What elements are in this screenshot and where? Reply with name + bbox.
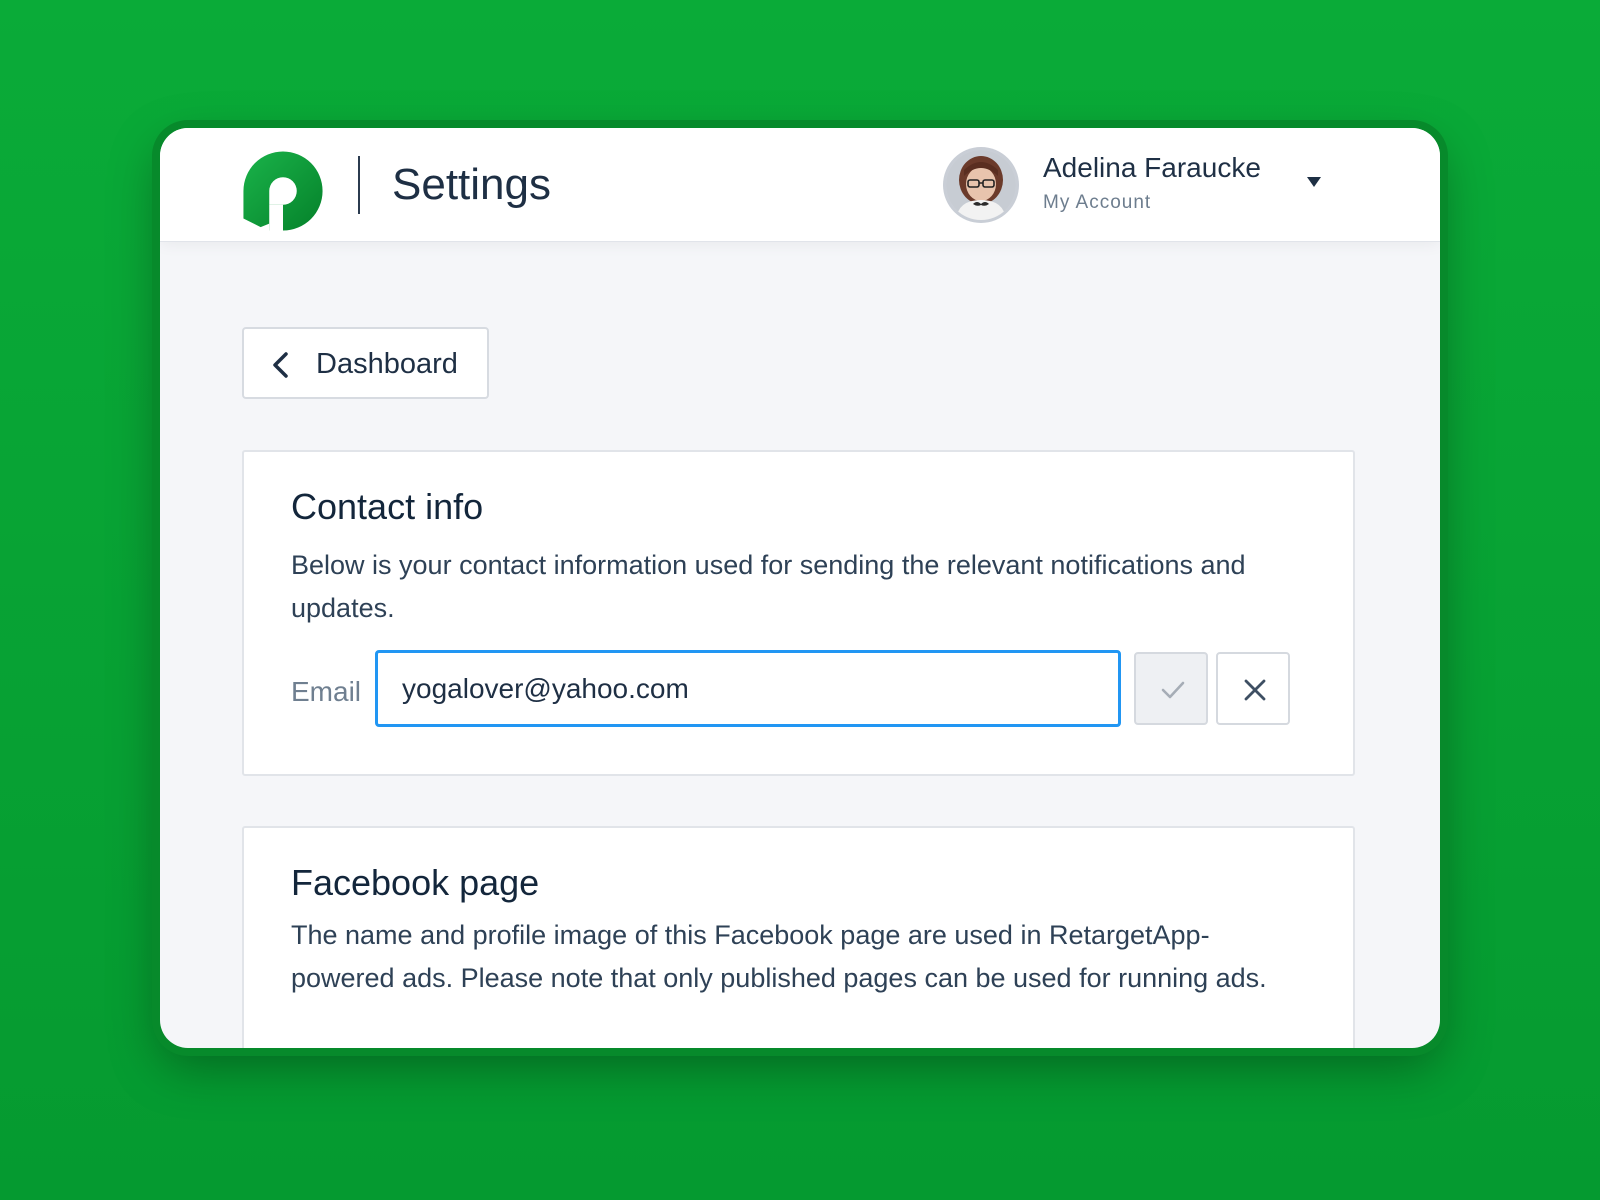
email-input[interactable] — [375, 650, 1121, 727]
contact-info-title: Contact info — [291, 486, 484, 527]
contact-info-card: Contact info Below is your contact infor… — [242, 450, 1355, 776]
header-divider — [358, 156, 360, 214]
facebook-page-title: Facebook page — [291, 862, 540, 903]
account-name: Adelina Faraucke — [1043, 152, 1261, 183]
avatar-image — [946, 150, 1016, 220]
cancel-email-button[interactable] — [1216, 652, 1290, 725]
check-icon — [1161, 681, 1185, 699]
page-title: Settings — [392, 160, 551, 209]
back-to-dashboard-button[interactable]: Dashboard — [242, 327, 489, 399]
retargetapp-logo-icon[interactable] — [240, 148, 326, 234]
close-icon — [1244, 679, 1266, 701]
back-button-label: Dashboard — [316, 348, 458, 380]
email-label: Email — [291, 676, 362, 707]
caret-down-icon[interactable] — [1307, 177, 1321, 187]
avatar — [946, 150, 1016, 220]
account-subtitle: My Account — [1043, 192, 1152, 213]
facebook-page-card: Facebook page The name and profile image… — [242, 826, 1355, 1048]
chevron-left-icon — [273, 352, 288, 378]
confirm-email-button[interactable] — [1134, 652, 1208, 725]
facebook-page-description: The name and profile image of this Faceb… — [291, 920, 1267, 993]
contact-info-description: Below is your contact information used f… — [291, 550, 1246, 623]
top-header: Settings Adelina Faraucke My Account — [160, 128, 1440, 242]
account-menu[interactable]: Adelina Faraucke My Account — [946, 148, 1366, 224]
app-window: Settings Adelina Faraucke My Account Das… — [160, 128, 1440, 1048]
